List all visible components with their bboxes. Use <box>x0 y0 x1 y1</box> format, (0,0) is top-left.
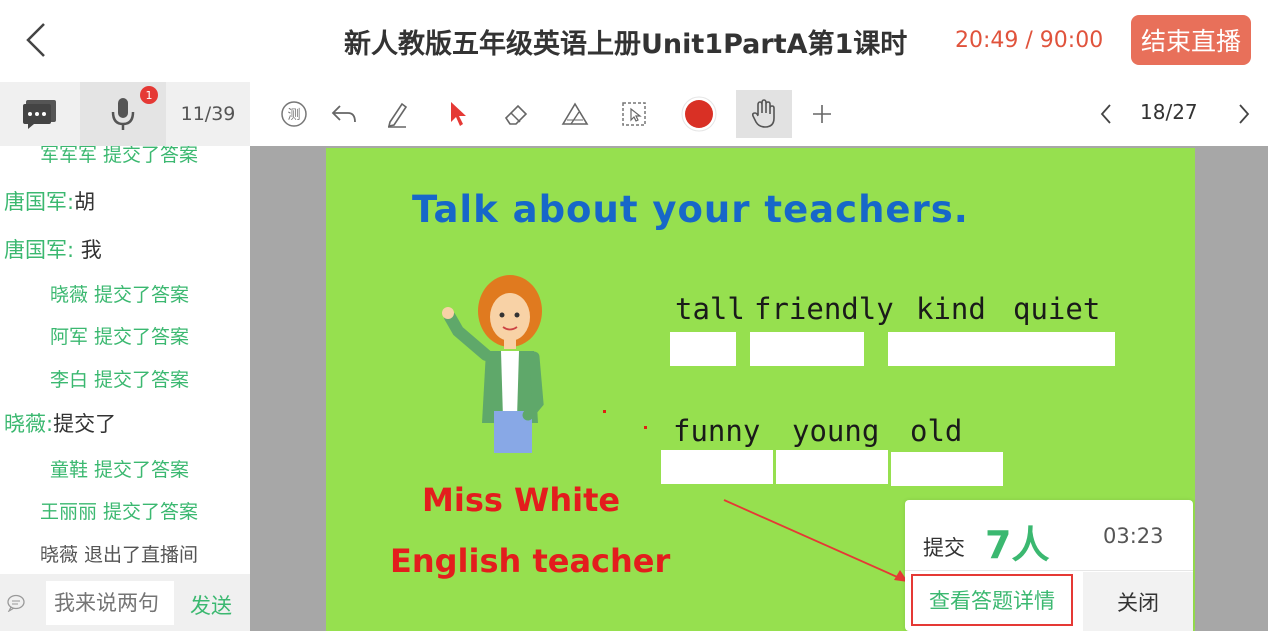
test-tool-button[interactable]: 测 <box>270 90 318 138</box>
chat-system-message: 晓薇 退出了直播间 <box>40 544 199 566</box>
chat-message-text: 我 <box>74 238 102 262</box>
teacher-name-caption: Miss White <box>422 481 621 519</box>
side-tabs: 1 11/39 <box>0 82 250 146</box>
eraser-icon <box>504 104 528 125</box>
chat-user-name: 唐国军: <box>4 190 75 214</box>
chat-system-message: 童鞋 提交了答案 <box>50 459 190 481</box>
vocab-word: young <box>792 414 880 448</box>
answer-blank[interactable] <box>670 332 736 366</box>
live-timer: 20:49 / 90:00 <box>955 28 1104 53</box>
chat-icon <box>23 100 56 129</box>
close-popup-button[interactable]: 关闭 <box>1083 572 1193 631</box>
page-title: 新人教版五年级英语上册Unit1PartA第1课时 <box>344 29 908 60</box>
pointer-button[interactable] <box>434 90 482 138</box>
pointer-icon <box>451 102 466 126</box>
submission-label: 提交 <box>923 536 965 560</box>
plus-icon <box>813 105 831 123</box>
teacher-role-caption: English teacher <box>390 542 671 580</box>
app-root: 新人教版五年级英语上册Unit1PartA第1课时 20:49 / 90:00 … <box>0 0 1268 631</box>
chat-message-text: 胡 <box>74 190 96 214</box>
answer-blank[interactable] <box>750 332 864 366</box>
view-answer-details-button[interactable]: 查看答题详情 <box>911 574 1073 626</box>
eraser-button[interactable] <box>492 90 540 138</box>
select-button[interactable] <box>610 90 658 138</box>
add-page-button[interactable] <box>798 90 846 138</box>
color-icon <box>681 96 717 132</box>
pencil-icon <box>387 102 408 128</box>
send-button[interactable]: 发送 <box>190 590 232 620</box>
color-picker-button[interactable] <box>675 90 723 138</box>
chat-system-message: 王丽丽 提交了答案 <box>40 501 199 523</box>
vocab-word: quiet <box>1013 292 1101 326</box>
chat-user-message: 晓薇:提交了 <box>4 408 116 438</box>
pencil-button[interactable] <box>374 90 422 138</box>
answer-blank[interactable] <box>891 452 1003 486</box>
chevron-left-icon <box>1100 104 1111 124</box>
answer-blank[interactable] <box>661 450 773 484</box>
chat-user-name: 晓薇: <box>4 412 54 436</box>
submission-count: 7人 <box>985 523 1050 567</box>
chevron-right-icon <box>1239 104 1250 124</box>
chat-bubble-icon <box>7 594 25 612</box>
svg-text:测: 测 <box>287 108 300 123</box>
notification-badge: 1 <box>140 86 158 104</box>
submission-timer: 03:23 <box>1103 524 1164 548</box>
chat-system-message: 晓薇 提交了答案 <box>50 284 190 306</box>
answer-blank[interactable] <box>776 450 888 484</box>
microphone-icon <box>111 98 135 130</box>
prev-page-button[interactable] <box>1082 90 1130 138</box>
chat-system-message: 李白 提交了答案 <box>50 369 190 391</box>
answer-blank[interactable] <box>888 332 1115 366</box>
select-icon <box>622 102 646 126</box>
chat-system-message: 阿军 提交了答案 <box>50 326 190 348</box>
viewer-count[interactable]: 11/39 <box>166 82 250 146</box>
divider <box>905 570 1193 571</box>
teacher-illustration <box>442 275 544 453</box>
end-live-button[interactable]: 结束直播 <box>1131 15 1251 65</box>
chevron-left-icon <box>26 23 45 57</box>
vocab-word: kind <box>916 292 986 326</box>
slide-title: Talk about your teachers. <box>412 188 969 231</box>
back-button[interactable] <box>14 18 58 62</box>
ruler-icon <box>561 102 589 125</box>
undo-icon <box>331 105 356 123</box>
chat-user-message: 唐国军:胡 <box>4 186 95 216</box>
chat-user-name: 唐国军: <box>4 238 75 262</box>
next-page-button[interactable] <box>1220 90 1268 138</box>
chat-panel: 军军军 提交了答案 唐国军:胡 唐国军: 我 晓薇 提交了答案 阿军 提交了答案… <box>0 146 250 574</box>
ink-dot <box>603 410 606 413</box>
vocab-word: funny <box>673 414 761 448</box>
chat-user-message: 唐国军: 我 <box>4 234 102 264</box>
chat-input[interactable] <box>46 581 174 625</box>
hand-tool-button[interactable] <box>736 90 792 138</box>
hand-icon <box>751 99 775 128</box>
ruler-button[interactable] <box>550 90 598 138</box>
test-icon: 测 <box>281 101 307 127</box>
chat-system-message: 军军军 提交了答案 <box>40 146 199 166</box>
vocab-word: old <box>910 414 963 448</box>
chat-message-text: 提交了 <box>53 412 117 436</box>
annotation-arrow <box>723 499 908 582</box>
ink-dot <box>644 426 647 429</box>
vocab-word: friendly <box>754 292 894 326</box>
chat-input-bar: 发送 <box>0 574 250 631</box>
vocab-word: tall <box>675 292 745 326</box>
toolbar: 1 11/39 测 18/27 <box>0 82 1268 146</box>
undo-button[interactable] <box>320 90 368 138</box>
page-indicator: 18/27 <box>1140 100 1198 124</box>
tab-mic[interactable]: 1 <box>80 82 166 146</box>
tab-chat[interactable] <box>0 82 80 146</box>
submission-popup: 提交 7人 03:23 查看答题详情 关闭 <box>905 500 1193 631</box>
header-bar: 新人教版五年级英语上册Unit1PartA第1课时 20:49 / 90:00 … <box>0 0 1268 82</box>
